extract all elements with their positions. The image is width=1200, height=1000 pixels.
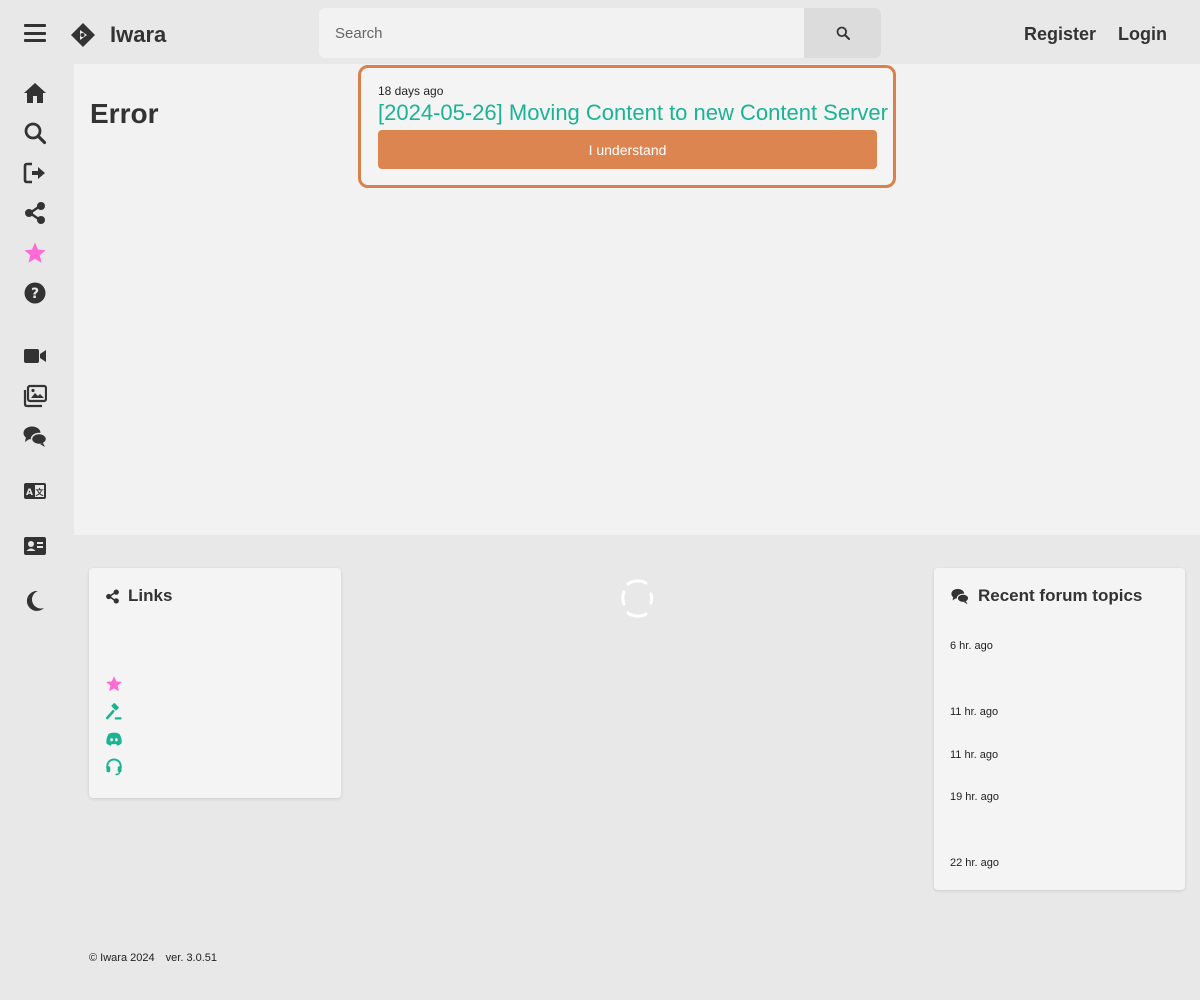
sidebar-item-forum[interactable]	[22, 424, 48, 448]
question-icon: ?	[24, 282, 46, 304]
sidebar-item-home[interactable]	[22, 81, 48, 105]
topic-time: 11 hr. ago	[950, 706, 999, 718]
sidebar: ? A 文	[0, 64, 74, 1000]
login-link[interactable]: Login	[1118, 24, 1167, 45]
id-card-icon	[24, 537, 46, 555]
sidebar-item-profile[interactable]	[22, 534, 48, 558]
register-link[interactable]: Register	[1024, 24, 1096, 45]
sidebar-item-premium[interactable]	[22, 241, 48, 265]
loading-spinner-icon	[621, 579, 654, 618]
share-icon	[106, 589, 119, 603]
page-title: Error	[90, 98, 159, 129]
comments-icon	[951, 588, 970, 605]
version-text: ver. 3.0.51	[165, 952, 218, 964]
logo-icon[interactable]	[70, 22, 96, 48]
headset-icon[interactable]	[105, 758, 123, 776]
svg-text:A: A	[26, 488, 33, 498]
svg-text:?: ?	[31, 286, 39, 302]
sidebar-item-translate[interactable]: A 文	[22, 479, 48, 503]
announcement-time: 18 days ago	[378, 84, 444, 98]
footer: © Iwara 2024 ver. 3.0.51	[89, 952, 225, 964]
star-icon	[24, 242, 46, 263]
sidebar-item-share[interactable]	[22, 201, 48, 225]
links-card-header: Links	[105, 586, 172, 606]
svg-text:文: 文	[36, 487, 45, 497]
sign-in-icon	[23, 162, 45, 184]
brand-name[interactable]: Iwara	[110, 22, 166, 48]
forum-topics-card: Recent forum topics 6 hr. ago 11 hr. ago…	[934, 568, 1185, 890]
menu-icon[interactable]	[24, 24, 46, 42]
announcement-title-link[interactable]: [2024-05-26] Moving Content to new Conte…	[378, 100, 888, 126]
links-card: Links	[89, 568, 341, 798]
search-icon	[24, 122, 47, 145]
home-icon	[24, 83, 46, 103]
star-icon[interactable]	[105, 675, 123, 693]
sidebar-item-videos[interactable]	[22, 344, 48, 368]
forum-card-header: Recent forum topics	[950, 586, 1142, 606]
search-input[interactable]	[319, 8, 804, 58]
links-card-title: Links	[128, 586, 173, 605]
top-bar: Iwara Register Login	[0, 0, 1200, 64]
search-button[interactable]	[804, 8, 881, 58]
search-icon	[836, 26, 850, 40]
video-icon	[24, 349, 46, 363]
sidebar-item-images[interactable]	[22, 384, 48, 408]
topic-time: 22 hr. ago	[950, 857, 999, 869]
moon-icon	[26, 590, 44, 611]
topic-time: 6 hr. ago	[950, 640, 993, 652]
sidebar-item-theme[interactable]	[22, 589, 48, 613]
topic-time: 11 hr. ago	[950, 749, 999, 761]
gavel-icon[interactable]	[105, 703, 123, 721]
forum-card-title: Recent forum topics	[978, 586, 1143, 605]
sidebar-item-search[interactable]	[22, 121, 48, 145]
announcement-popup: 18 days ago [2024-05-26] Moving Content …	[358, 65, 896, 188]
understand-button[interactable]: I understand	[378, 130, 877, 169]
comments-icon	[23, 426, 47, 447]
sidebar-item-help[interactable]: ?	[22, 281, 48, 305]
share-icon	[25, 202, 45, 224]
language-icon: A 文	[24, 483, 46, 499]
sidebar-item-login[interactable]	[22, 161, 48, 185]
discord-icon[interactable]	[105, 730, 123, 748]
search-bar	[319, 8, 881, 58]
topic-time: 19 hr. ago	[950, 791, 999, 803]
images-icon	[23, 384, 47, 408]
copyright-text: © Iwara 2024	[89, 952, 155, 964]
